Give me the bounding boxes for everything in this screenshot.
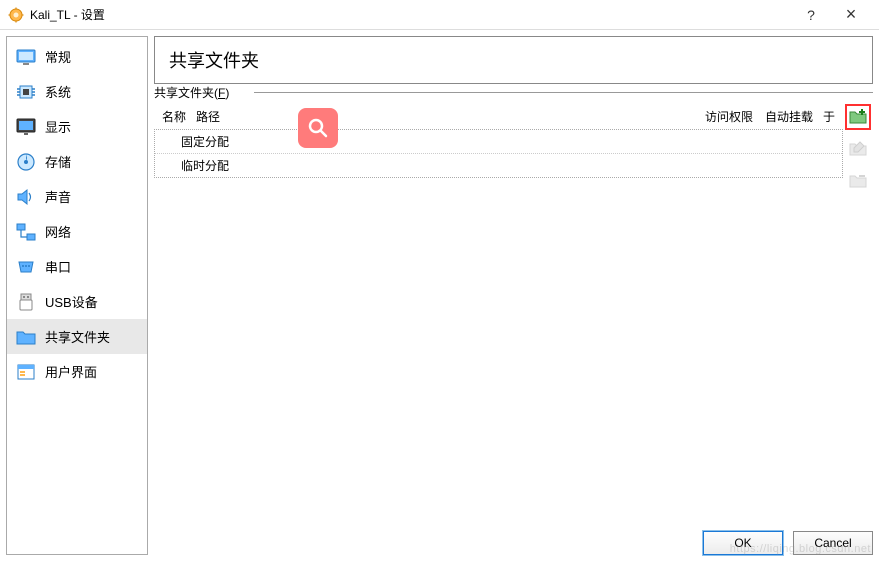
folder-toolbar (843, 104, 873, 521)
col-name[interactable]: 名称 (154, 108, 192, 125)
sidebar-item-display[interactable]: 显示 (7, 109, 147, 144)
panel-header: 共享文件夹 (154, 36, 873, 84)
sidebar-label: 串口 (45, 257, 71, 276)
sidebar-label: USB设备 (45, 292, 98, 311)
sidebar-item-general[interactable]: 常规 (7, 39, 147, 74)
usb-icon (15, 291, 37, 313)
table-header: 名称 路径 访问权限 自动挂载 于 (154, 104, 843, 129)
shared-folders-table: 名称 路径 访问权限 自动挂载 于 固定分配 临时分配 (154, 104, 843, 521)
sidebar-item-user-interface[interactable]: 用户界面 (7, 354, 147, 389)
tree-group-fixed[interactable]: 固定分配 (155, 130, 842, 154)
fieldset-legend: 共享文件夹(F) (154, 84, 233, 101)
main-panel: 共享文件夹 共享文件夹(F) 名称 路径 访问权限 自动挂载 于 (154, 36, 873, 555)
sidebar-item-storage[interactable]: 存储 (7, 144, 147, 179)
serial-port-icon (15, 256, 37, 278)
sidebar-label: 存储 (45, 152, 71, 171)
remove-folder-button (845, 168, 871, 194)
shared-folders-fieldset: 共享文件夹(F) 名称 路径 访问权限 自动挂载 于 固定分配 临时分配 (154, 92, 873, 521)
tree-group-transient[interactable]: 临时分配 (155, 154, 842, 177)
disk-icon (15, 151, 37, 173)
sidebar-label: 网络 (45, 222, 71, 241)
col-at[interactable]: 于 (823, 108, 843, 125)
network-icon (15, 221, 37, 243)
chip-icon (15, 81, 37, 103)
sidebar-item-shared-folders[interactable]: 共享文件夹 (7, 319, 147, 354)
panel-title: 共享文件夹 (169, 47, 858, 73)
close-button[interactable]: × (831, 0, 871, 30)
sidebar-item-usb[interactable]: USB设备 (7, 284, 147, 319)
help-button[interactable]: ? (791, 0, 831, 30)
sidebar-item-system[interactable]: 系统 (7, 74, 147, 109)
folder-icon (15, 326, 37, 348)
speaker-icon (15, 186, 37, 208)
add-folder-button[interactable] (845, 104, 871, 130)
sidebar-label: 用户界面 (45, 362, 97, 381)
table-body[interactable]: 固定分配 临时分配 (154, 129, 843, 178)
sidebar-item-network[interactable]: 网络 (7, 214, 147, 249)
search-overlay-icon (298, 108, 338, 148)
sidebar-label: 显示 (45, 117, 71, 136)
window-title: Kali_TL - 设置 (30, 6, 791, 23)
ui-icon (15, 361, 37, 383)
col-path[interactable]: 路径 (192, 108, 705, 125)
watermark: https://liqing.blog.csdn.net (730, 543, 871, 555)
sidebar-item-audio[interactable]: 声音 (7, 179, 147, 214)
app-icon (8, 7, 24, 23)
edit-folder-button (845, 136, 871, 162)
col-automount[interactable]: 自动挂载 (765, 108, 823, 125)
sidebar-label: 常规 (45, 47, 71, 66)
sidebar-label: 声音 (45, 187, 71, 206)
settings-sidebar: 常规 系统 显示 存储 声音 网络 串口 USB设备 (6, 36, 148, 555)
col-access[interactable]: 访问权限 (705, 108, 765, 125)
sidebar-label: 系统 (45, 82, 71, 101)
sidebar-label: 共享文件夹 (45, 327, 110, 346)
titlebar: Kali_TL - 设置 ? × (0, 0, 879, 30)
monitor-icon (15, 46, 37, 68)
display-icon (15, 116, 37, 138)
sidebar-item-serial[interactable]: 串口 (7, 249, 147, 284)
